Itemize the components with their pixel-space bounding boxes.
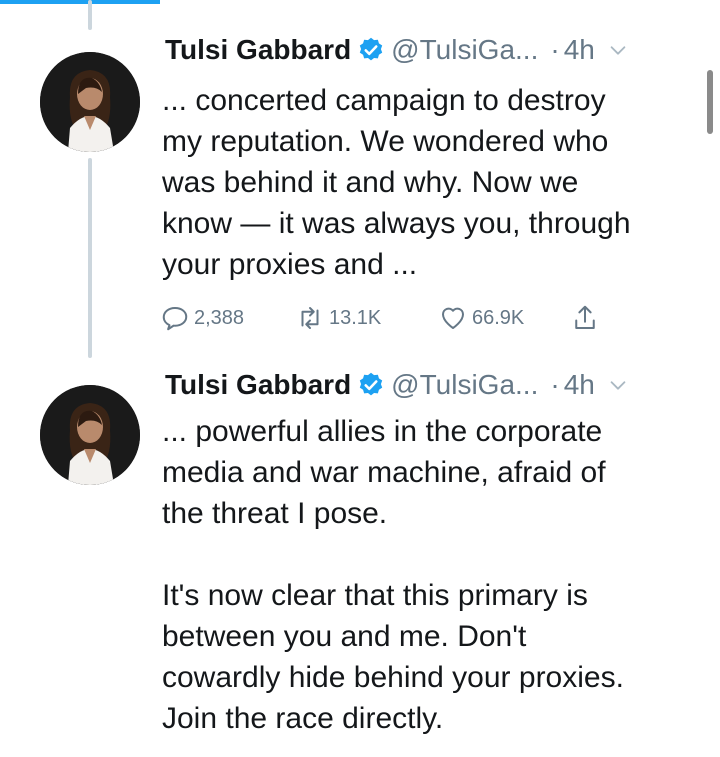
tweet-text: ... powerful allies in the corporate med… [162, 415, 624, 735]
like-count: 66.9K [472, 306, 525, 329]
tweet-actions: 2,388 13.1K 66.9K [160, 300, 620, 336]
verified-badge-icon [357, 36, 385, 64]
chevron-down-icon[interactable] [607, 374, 629, 396]
timestamp[interactable]: 4h [564, 365, 595, 405]
separator-dot: · [550, 369, 560, 400]
heart-icon [438, 303, 472, 333]
tweet[interactable]: Tulsi Gabbard @TulsiGa... · 4h ... power… [0, 365, 720, 757]
retweet-count: 13.1K [329, 306, 382, 329]
reply-button[interactable]: 2,388 [160, 300, 244, 336]
share-icon [570, 303, 604, 333]
reply-count: 2,388 [194, 306, 245, 329]
top-tab-indicator [0, 0, 160, 4]
author-name[interactable]: Tulsi Gabbard [165, 30, 351, 70]
tweet-header: Tulsi Gabbard @TulsiGa... · 4h [165, 365, 629, 405]
author-handle[interactable]: @TulsiGa... [391, 365, 538, 405]
tweet[interactable]: Tulsi Gabbard @TulsiGa... · 4h ... conce… [0, 30, 720, 360]
thread-line-top [88, 0, 92, 30]
separator-dot: · [550, 34, 560, 65]
tweet-text: ... concerted campaign to destroy my rep… [162, 84, 631, 281]
retweet-button[interactable]: 13.1K [295, 300, 381, 336]
timestamp[interactable]: 4h [564, 30, 595, 70]
chevron-down-icon[interactable] [607, 39, 629, 61]
like-button[interactable]: 66.9K [438, 300, 524, 336]
avatar[interactable] [40, 385, 140, 485]
verified-badge-icon [357, 371, 385, 399]
avatar[interactable] [40, 52, 140, 152]
tweet-header: Tulsi Gabbard @TulsiGa... · 4h [165, 30, 629, 70]
share-button[interactable] [570, 300, 604, 336]
author-handle[interactable]: @TulsiGa... [391, 30, 538, 70]
author-name[interactable]: Tulsi Gabbard [165, 365, 351, 405]
reply-icon [160, 303, 194, 333]
retweet-icon [295, 303, 329, 333]
